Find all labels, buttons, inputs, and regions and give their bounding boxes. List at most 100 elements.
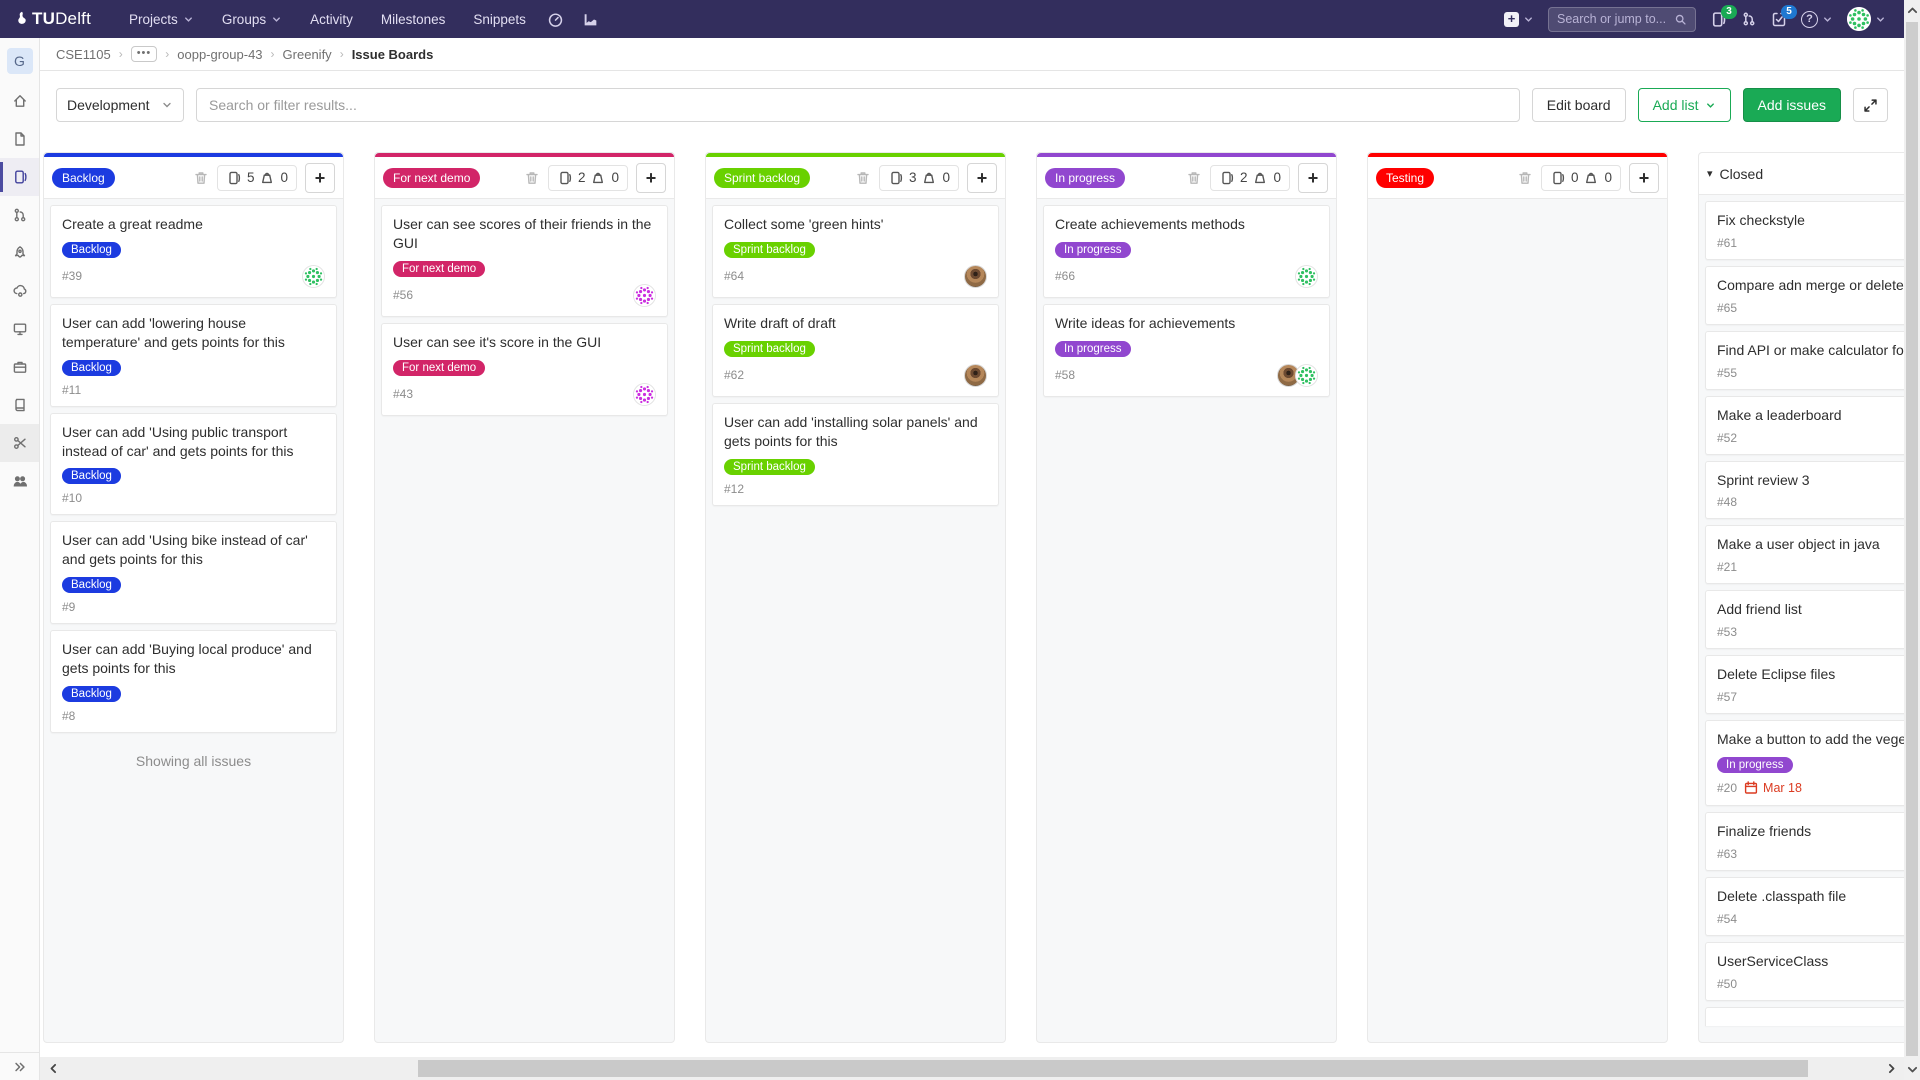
- nav-groups[interactable]: Groups: [210, 6, 294, 33]
- add-card-button[interactable]: +: [305, 163, 335, 193]
- add-list-button[interactable]: Add list: [1638, 88, 1731, 122]
- issue-card[interactable]: User can add 'installing solar panels' a…: [712, 403, 999, 506]
- sidebar-item-scissors[interactable]: [0, 424, 39, 462]
- vertical-scrollbar[interactable]: [1904, 0, 1920, 1080]
- nav-milestones[interactable]: Milestones: [369, 6, 458, 33]
- scroll-up-button[interactable]: [1904, 2, 1920, 19]
- issue-card-partial[interactable]: [1705, 1007, 1904, 1026]
- scroll-down-button[interactable]: [1904, 1061, 1920, 1078]
- delete-list-icon[interactable]: [1517, 170, 1533, 186]
- sidebar-item-operations[interactable]: [0, 272, 39, 310]
- board-filter-input[interactable]: [196, 88, 1520, 122]
- assignee-avatar-identicon[interactable]: [1295, 265, 1318, 288]
- fullscreen-button[interactable]: [1853, 88, 1888, 122]
- sidebar-item-issue-board[interactable]: [0, 158, 39, 196]
- issue-card[interactable]: User can add 'Using bike instead of car'…: [50, 521, 337, 624]
- edit-board-button[interactable]: Edit board: [1532, 88, 1626, 122]
- sidebar-item-merge-request[interactable]: [0, 196, 39, 234]
- issue-card[interactable]: User can add 'lowering house temperature…: [50, 304, 337, 407]
- breadcrumb-item-oopp-group-43[interactable]: oopp-group-43: [177, 47, 262, 62]
- issue-card[interactable]: Find API or make calculator for CO2#55: [1705, 331, 1904, 390]
- nav-projects[interactable]: Projects: [117, 6, 206, 33]
- issue-card[interactable]: Make a button to add the vegetarianIn pr…: [1705, 720, 1904, 806]
- issue-label[interactable]: Sprint backlog: [724, 242, 815, 258]
- scroll-left-button[interactable]: [40, 1057, 66, 1080]
- delete-list-icon[interactable]: [855, 170, 871, 186]
- issue-card[interactable]: User can add 'Buying local produce' and …: [50, 630, 337, 733]
- assignee-avatar-identicon[interactable]: [633, 383, 656, 406]
- issue-card[interactable]: Make a leaderboard#52: [1705, 396, 1904, 455]
- nav-activity[interactable]: Activity: [298, 6, 365, 33]
- issue-card[interactable]: Sprint review 3#48: [1705, 461, 1904, 520]
- sidebar-item-file[interactable]: [0, 120, 39, 158]
- issue-label[interactable]: Backlog: [62, 468, 121, 484]
- sidebar-item-users[interactable]: [0, 462, 39, 500]
- board-list-body[interactable]: Collect some 'green hints'Sprint backlog…: [706, 199, 1005, 1042]
- help-menu[interactable]: ?: [1801, 11, 1833, 28]
- issue-card[interactable]: Create a great readmeBacklog#39: [50, 205, 337, 298]
- board-list-body[interactable]: Create achievements methodsIn progress#6…: [1037, 199, 1336, 1042]
- assignee-avatar-identicon[interactable]: [633, 284, 656, 307]
- global-search[interactable]: [1548, 7, 1696, 32]
- issue-card[interactable]: Finalize friends#63: [1705, 812, 1904, 871]
- user-menu[interactable]: [1847, 7, 1886, 31]
- issue-card[interactable]: Compare adn merge or delete old branches…: [1705, 266, 1904, 325]
- delete-list-icon[interactable]: [193, 170, 209, 186]
- add-issues-button[interactable]: Add issues: [1743, 88, 1841, 122]
- horizontal-scroll-thumb[interactable]: [418, 1060, 1808, 1077]
- sidebar-item-monitor[interactable]: [0, 310, 39, 348]
- sidebar-item-home[interactable]: [0, 82, 39, 120]
- project-avatar[interactable]: G: [7, 48, 33, 74]
- issue-card[interactable]: Add friend list#53: [1705, 590, 1904, 649]
- horizontal-scrollbar[interactable]: [40, 1057, 1904, 1080]
- issue-label[interactable]: In progress: [1055, 341, 1131, 357]
- chart-icon[interactable]: [573, 6, 608, 33]
- issue-card[interactable]: User can see it's score in the GUIFor ne…: [381, 323, 668, 416]
- issue-label[interactable]: In progress: [1055, 242, 1131, 258]
- add-card-button[interactable]: +: [967, 163, 997, 193]
- issue-card[interactable]: Create achievements methodsIn progress#6…: [1043, 205, 1330, 298]
- issue-card[interactable]: Fix checkstyle#61: [1705, 201, 1904, 260]
- issue-label[interactable]: For next demo: [393, 360, 485, 376]
- sidebar-item-package[interactable]: [0, 348, 39, 386]
- board-switcher[interactable]: Development: [56, 88, 184, 122]
- breadcrumb-item-cse1105[interactable]: CSE1105: [56, 47, 111, 62]
- tudelft-logo[interactable]: TUDelft: [14, 9, 91, 29]
- delete-list-icon[interactable]: [1186, 170, 1202, 186]
- issue-card[interactable]: Write draft of draftSprint backlog#62: [712, 304, 999, 397]
- issue-label[interactable]: Backlog: [62, 242, 121, 258]
- collapse-caret-icon[interactable]: ▾: [1707, 167, 1713, 180]
- scroll-right-button[interactable]: [1878, 1057, 1904, 1080]
- board-list-body[interactable]: User can see scores of their friends in …: [375, 199, 674, 1042]
- global-search-input[interactable]: [1557, 12, 1674, 26]
- vertical-scroll-thumb[interactable]: [1906, 22, 1918, 1056]
- issue-card[interactable]: Make a user object in java#21: [1705, 525, 1904, 584]
- dashboard-icon[interactable]: [538, 6, 573, 33]
- sidebar-expand-button[interactable]: [0, 1052, 39, 1080]
- issue-card[interactable]: UserServiceClass#50: [1705, 942, 1904, 1001]
- merge-requests-shortcut[interactable]: [1741, 11, 1757, 27]
- breadcrumb-ellipsis[interactable]: •••: [131, 46, 158, 62]
- add-card-button[interactable]: +: [1629, 163, 1659, 193]
- board-list-body[interactable]: [1368, 199, 1667, 1042]
- delete-list-icon[interactable]: [524, 170, 540, 186]
- assignee-avatar-photo[interactable]: [964, 265, 987, 288]
- nav-snippets[interactable]: Snippets: [461, 6, 538, 33]
- issue-label[interactable]: Sprint backlog: [724, 341, 815, 357]
- breadcrumb-item-greenify[interactable]: Greenify: [283, 47, 332, 62]
- add-card-button[interactable]: +: [1298, 163, 1328, 193]
- sidebar-item-book[interactable]: [0, 386, 39, 424]
- issue-card[interactable]: Collect some 'green hints'Sprint backlog…: [712, 205, 999, 298]
- issue-label[interactable]: Sprint backlog: [724, 459, 815, 475]
- issue-label[interactable]: For next demo: [393, 261, 485, 277]
- board-list-body[interactable]: Create a great readmeBacklog#39User can …: [44, 199, 343, 1042]
- assignee-avatar-photo[interactable]: [964, 364, 987, 387]
- board-list-body[interactable]: Fix checkstyle#61 Compare adn merge or de…: [1699, 195, 1904, 1042]
- issue-card[interactable]: Delete .classpath file#54: [1705, 877, 1904, 936]
- issue-label[interactable]: In progress: [1717, 757, 1793, 773]
- issue-label[interactable]: Backlog: [62, 360, 121, 376]
- issue-card[interactable]: Delete Eclipse files#57: [1705, 655, 1904, 714]
- issue-label[interactable]: Backlog: [62, 686, 121, 702]
- issues-shortcut[interactable]: 3: [1710, 11, 1727, 28]
- todos-shortcut[interactable]: 5: [1771, 11, 1787, 27]
